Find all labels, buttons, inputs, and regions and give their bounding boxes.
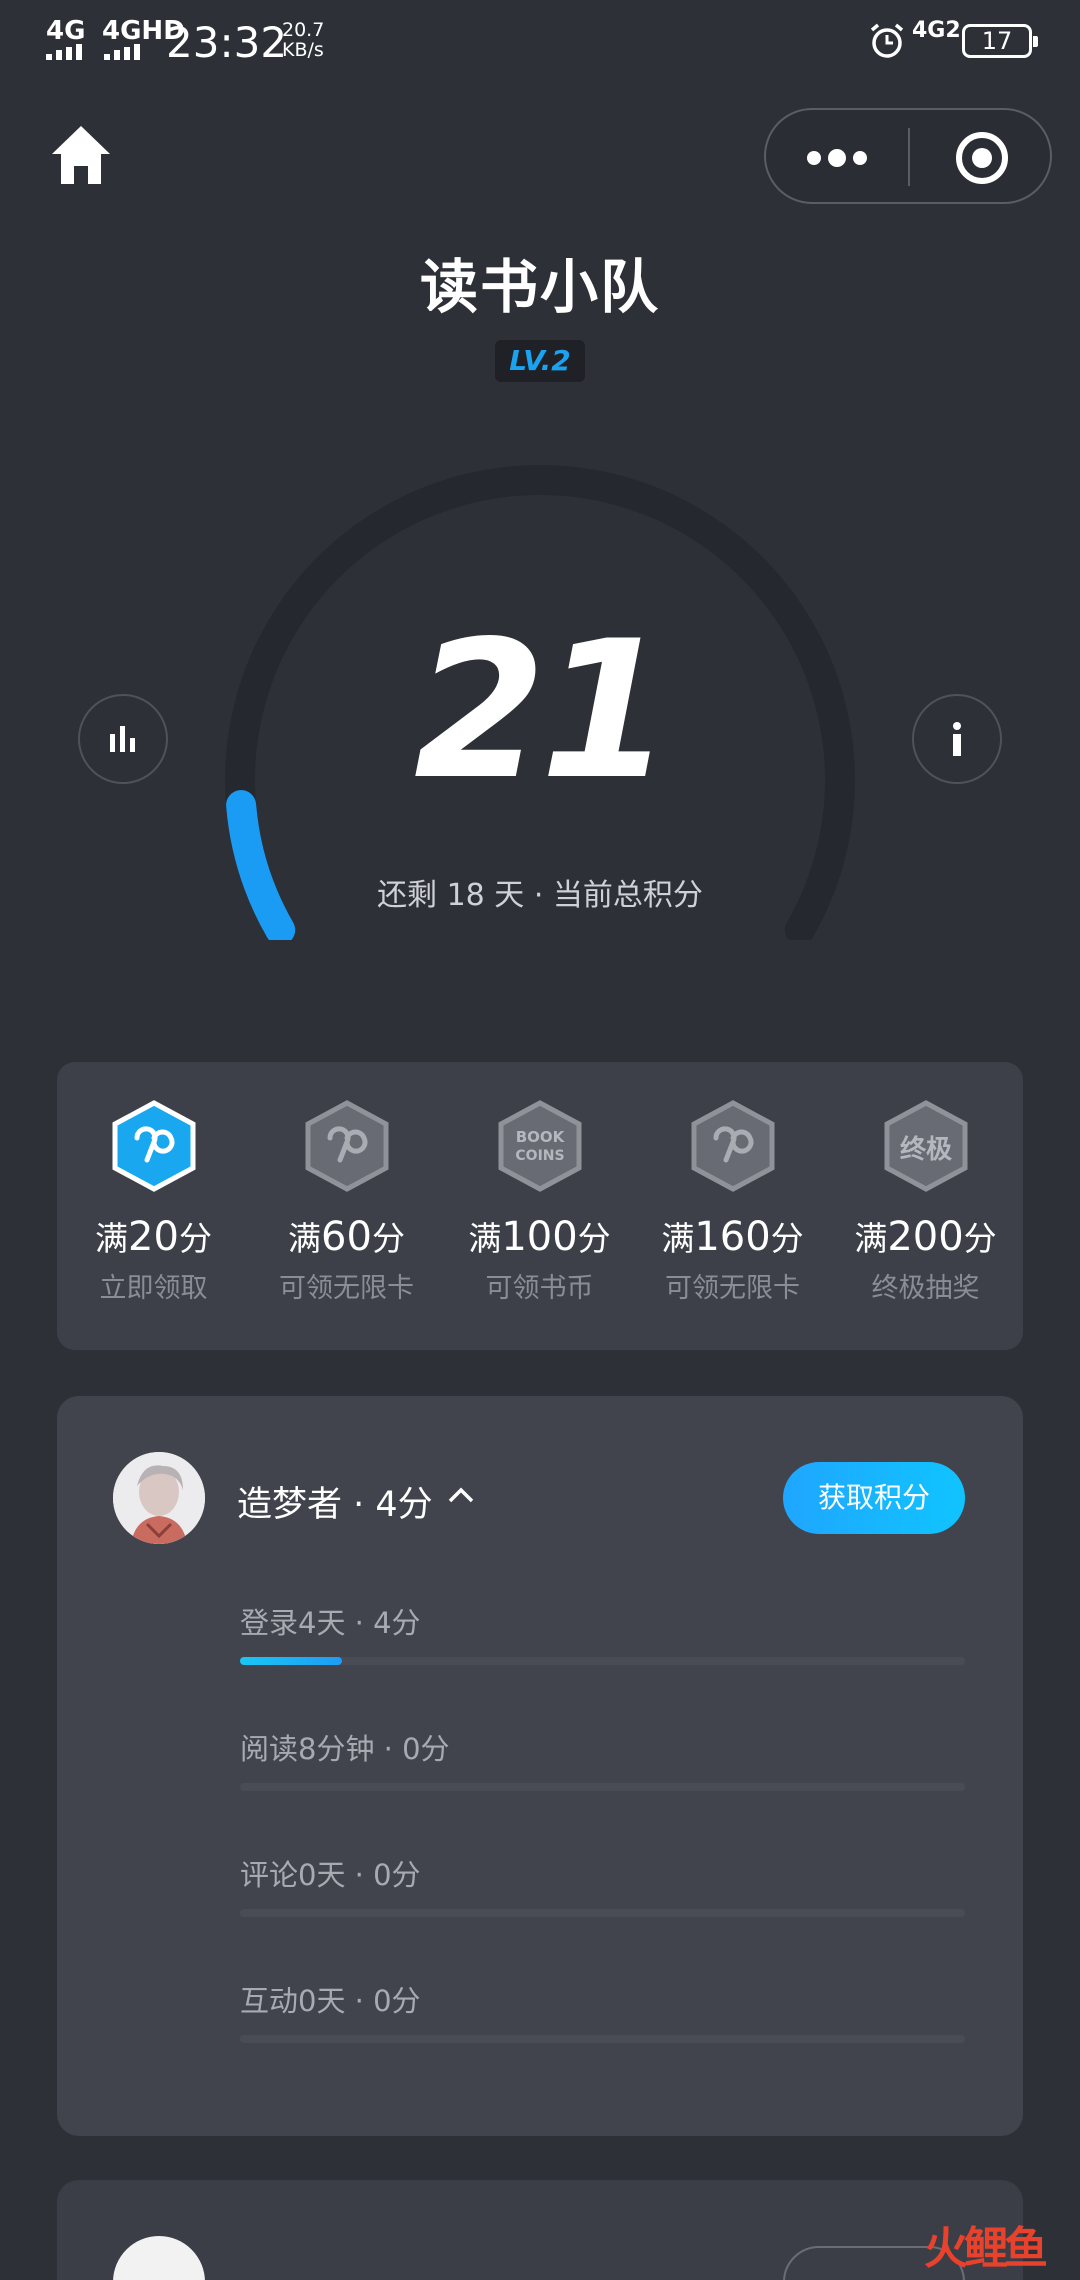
mini-program-capsule (764, 108, 1052, 204)
task-interact-progress (240, 2035, 965, 2043)
task-comment-progress (240, 1909, 965, 1917)
ultimate-hex-icon: 终极 (883, 1100, 969, 1196)
avatar[interactable] (113, 2236, 205, 2280)
reward-tier-200[interactable]: 终极 满200分 终极抽奖 (829, 1062, 1022, 1350)
info-button[interactable] (912, 694, 1002, 784)
reward-tier-60[interactable]: 满60分 可领无限卡 (250, 1062, 443, 1350)
signal-bars-2-icon (104, 44, 150, 64)
reward-tiers: 满20分 立即领取 满60分 可领无限卡 BOOK COINS 满100分 可领… (57, 1062, 1023, 1350)
status-bar: 4G 4GHD 23:32 20.7 KB/s 4G2 17 (0, 0, 1080, 84)
watermark-logo: 火鲤鱼 (924, 2223, 1048, 2274)
chevron-up-icon[interactable] (447, 1486, 475, 1508)
reward-threshold: 满100分 (468, 1214, 611, 1260)
close-miniprogram-icon[interactable] (954, 130, 1010, 190)
reward-threshold: 满160分 (661, 1214, 804, 1260)
infinity-hex-icon (690, 1100, 776, 1196)
signal-label-1: 4G (46, 16, 86, 46)
task-interact-label: 互动0天 · 0分 (240, 1984, 421, 2018)
infinity-hex-icon (111, 1100, 197, 1196)
task-read-label: 阅读8分钟 · 0分 (240, 1732, 450, 1766)
book-coins-hex-icon: BOOK COINS (497, 1100, 583, 1196)
network-speed: 20.7 KB/s (282, 20, 324, 60)
svg-text:终极: 终极 (900, 1134, 953, 1165)
ranking-button[interactable] (78, 694, 168, 784)
reward-threshold: 满60分 (288, 1214, 405, 1260)
task-login-label: 登录4天 · 4分 (240, 1606, 421, 1640)
task-progress-fill (240, 1657, 342, 1665)
member-name: 造梦者 · 4分 (237, 1485, 433, 1525)
reward-label: 终极抽奖 (871, 1273, 980, 1304)
level-badge: LV.2 (495, 340, 585, 382)
reward-label: 可领无限卡 (665, 1273, 800, 1304)
alarm-icon (868, 22, 906, 64)
total-score: 21 (413, 600, 672, 821)
home-icon[interactable] (48, 122, 114, 192)
get-points-button[interactable]: 获取积分 (783, 1462, 965, 1534)
bar-chart-icon (110, 726, 135, 752)
speed-value: 20.7 (282, 19, 325, 41)
capsule-divider (908, 128, 910, 186)
svg-text:COINS: COINS (515, 1148, 564, 1164)
task-read-progress (240, 1783, 965, 1791)
reward-label: 立即领取 (99, 1273, 208, 1304)
more-icon[interactable] (804, 146, 870, 174)
network-type-right: 4G2 (912, 18, 961, 43)
battery-icon: 17 (962, 24, 1038, 58)
page-title: 读书小队 (419, 253, 660, 321)
task-comment-label: 评论0天 · 0分 (240, 1858, 421, 1892)
reward-label: 可领无限卡 (279, 1273, 414, 1304)
reward-threshold: 满200分 (854, 1214, 997, 1260)
task-login-progress (240, 1657, 965, 1665)
reward-label: 可领书币 (485, 1273, 594, 1304)
battery-level: 17 (981, 27, 1013, 55)
clock: 23:32 (166, 18, 288, 67)
score-subtitle: 还剩 18 天 · 当前总积分 (377, 878, 703, 913)
avatar[interactable] (113, 1452, 205, 1544)
infinity-hex-icon (304, 1100, 390, 1196)
info-icon (953, 722, 961, 756)
reward-threshold: 满20分 (95, 1214, 212, 1260)
member-score-card: 造梦者 · 4分 获取积分 登录4天 · 4分 阅读8分钟 · 0分 评论0天 … (57, 1396, 1023, 2136)
reward-tier-160[interactable]: 满160分 可领无限卡 (636, 1062, 829, 1350)
signal-bars-1-icon (46, 44, 92, 64)
reward-tier-100[interactable]: BOOK COINS 满100分 可领书币 (443, 1062, 636, 1350)
speed-unit: KB/s (282, 39, 324, 61)
reward-tier-20[interactable]: 满20分 立即领取 (57, 1062, 250, 1350)
next-member-card (57, 2180, 1023, 2280)
svg-text:BOOK: BOOK (516, 1128, 566, 1146)
